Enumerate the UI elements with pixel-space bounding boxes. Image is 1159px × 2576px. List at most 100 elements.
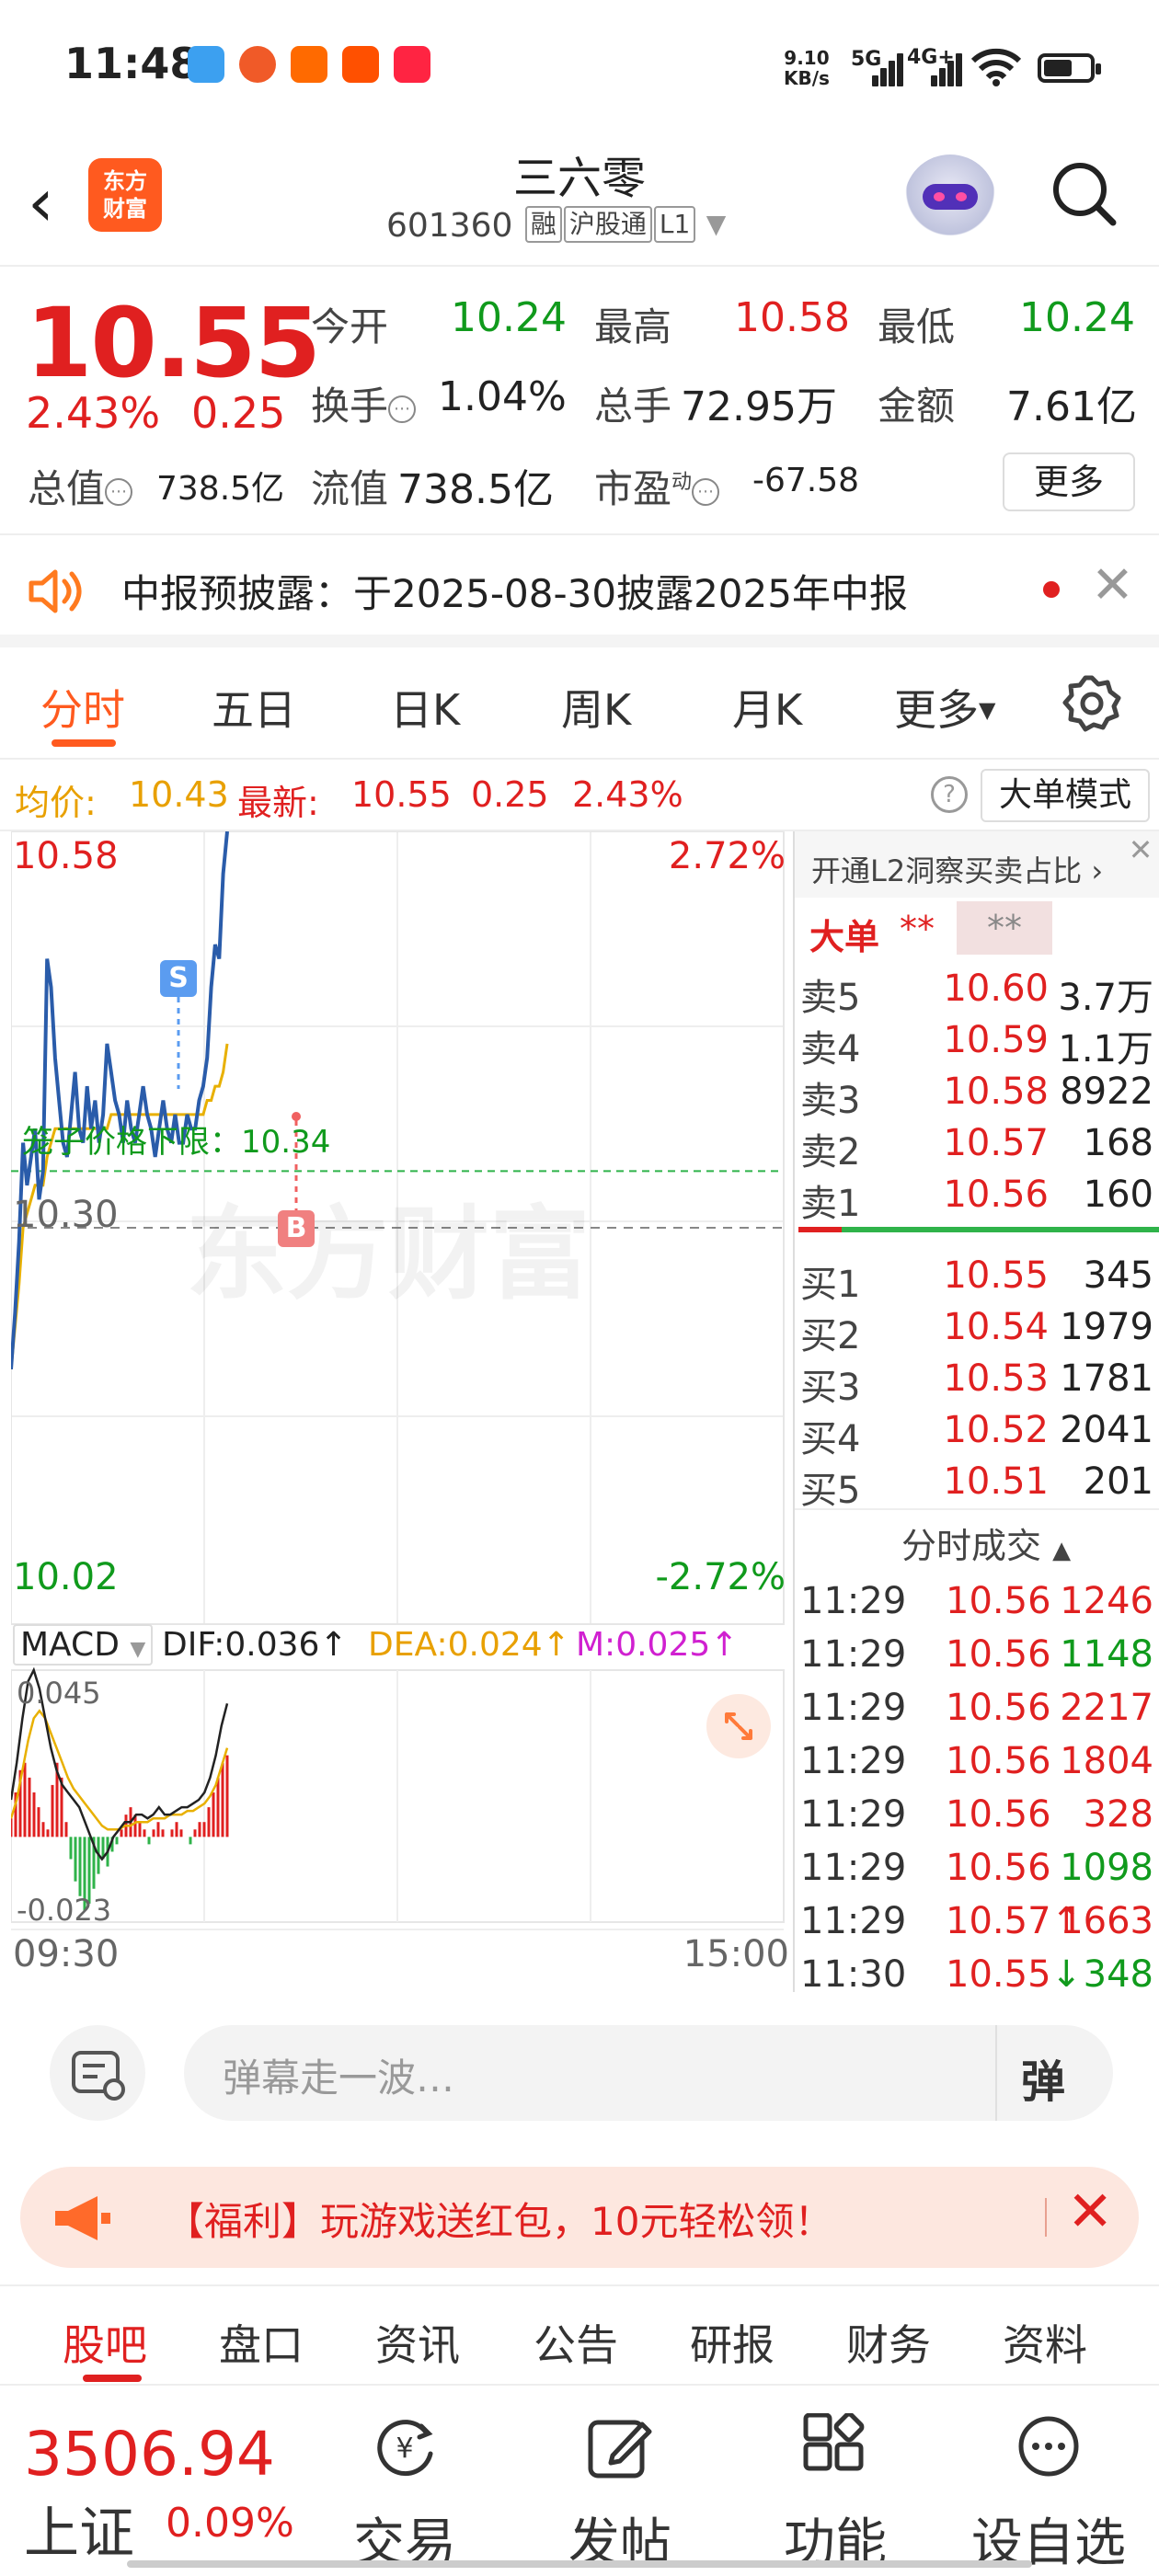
index-pct: 0.09%: [166, 2500, 294, 2547]
bid-label: 买3: [800, 1367, 861, 1409]
ask-row: 卖4 10.59 1.1万: [795, 1019, 1159, 1070]
ask-label: 卖4: [800, 1028, 861, 1070]
high-value: 10.58: [734, 294, 850, 341]
help-icon[interactable]: ?: [931, 776, 968, 813]
tab-five-day[interactable]: 五日: [212, 677, 296, 738]
bid-volume: 1781: [1060, 1357, 1153, 1400]
tab-finance[interactable]: 财务: [846, 2312, 931, 2373]
change-percent: 2.43%: [26, 388, 161, 438]
turnover-value: 1.04%: [438, 373, 567, 420]
bid-price: 10.53: [943, 1357, 1049, 1400]
sell-marker[interactable]: S: [160, 960, 197, 997]
expand-icon[interactable]: [706, 1694, 771, 1758]
promo-text: 【福利】玩游戏送红包，10元轻松领！: [166, 2199, 833, 2244]
avg-label: 均价:: [15, 783, 97, 823]
bid-volume: 2041: [1060, 1409, 1153, 1451]
notice-bar[interactable]: 中报预披露：于2025-08-30披露2025年中报 ✕: [0, 537, 1159, 647]
time-start-label: 09:30: [13, 1933, 120, 1975]
tick-row: 11:29 10.56 1098: [795, 1847, 1159, 1900]
volume-label: 总手: [594, 384, 672, 429]
ticks-title[interactable]: 分时成交 ▲: [901, 1517, 1071, 1568]
close-icon[interactable]: ✕: [1122, 831, 1159, 868]
danmu-list-icon[interactable]: [50, 2025, 145, 2121]
nav-trade[interactable]: ¥ 交易: [313, 2406, 497, 2573]
tick-row: 11:29 10.56 1804: [795, 1740, 1159, 1793]
nav-watchlist[interactable]: 设自选: [957, 2406, 1141, 2573]
tag-level: L1: [653, 206, 696, 243]
danmu-placeholder: 弹幕走一波…: [223, 2055, 455, 2101]
assistant-robot-icon[interactable]: [904, 155, 996, 246]
indicator-select[interactable]: MACD ▼: [13, 1624, 154, 1666]
price-top-label: 10.58: [13, 835, 119, 877]
turnover-label: 换手 ⋯: [311, 375, 417, 431]
ask-price: 10.57: [943, 1122, 1049, 1164]
close-icon[interactable]: ✕: [1091, 555, 1134, 615]
total-cap-value: 738.5亿: [156, 470, 285, 508]
ask-label: 卖1: [800, 1183, 861, 1225]
l2-banner[interactable]: 开通L2洞察买卖占比 › ✕: [795, 831, 1159, 898]
tab-research[interactable]: 研报: [690, 2312, 775, 2373]
tick-row: 11:29 10.56 2217: [795, 1687, 1159, 1740]
tab-more[interactable]: 更多▼: [894, 677, 995, 738]
danmu-toggle-icon[interactable]: 弹: [1021, 2045, 1065, 2110]
tick-time: 11:29: [800, 1740, 907, 1782]
volume-value: 72.95万: [681, 384, 837, 430]
bid-label: 买5: [800, 1470, 861, 1512]
amount-label: 金额: [878, 384, 956, 429]
nav-post[interactable]: 发帖: [528, 2406, 712, 2573]
tick-volume: 1148: [1060, 1633, 1153, 1676]
tab-news[interactable]: 资讯: [375, 2312, 460, 2373]
tick-volume: 348: [1083, 1953, 1153, 1996]
status-bar: 11:48 9.10 KB/s 5G 4G+: [0, 0, 1159, 138]
danmu-input[interactable]: 弹幕走一波… 弹: [184, 2025, 1113, 2121]
tab-profile[interactable]: 资料: [1003, 2312, 1087, 2373]
signal-bars-icon: [852, 52, 903, 86]
active-tab-indicator: [52, 739, 116, 747]
caret-up-icon: ▲: [1052, 1537, 1072, 1564]
ask-label: 卖3: [800, 1080, 861, 1122]
bid-row: 买2 10.54 1979: [795, 1306, 1159, 1357]
tick-price: 10.56: [946, 1580, 1051, 1622]
tab-intraday[interactable]: 分时: [40, 677, 125, 738]
bid-row: 买4 10.52 2041: [795, 1409, 1159, 1460]
svg-text:¥: ¥: [396, 2433, 413, 2465]
close-icon[interactable]: ✕: [1067, 2180, 1113, 2244]
tab-daily-k[interactable]: 日K: [390, 677, 460, 738]
tab-weekly-k[interactable]: 周K: [561, 677, 631, 738]
signal-bars-icon: [911, 52, 962, 86]
ask-label: 卖5: [800, 977, 861, 1019]
bid-price: 10.51: [943, 1460, 1049, 1503]
tab-announcements[interactable]: 公告: [534, 2312, 618, 2373]
ask-row: 卖2 10.57 168: [795, 1122, 1159, 1174]
tick-price: 10.55↓: [946, 1953, 1083, 1996]
trade-icon: ¥: [377, 2420, 433, 2477]
tab-monthly-k[interactable]: 月K: [732, 677, 802, 738]
gear-icon[interactable]: [1061, 673, 1122, 734]
amount-value: 7.61亿: [1006, 384, 1137, 430]
bid-row: 买3 10.53 1781: [795, 1357, 1159, 1409]
tick-time: 11:29: [800, 1687, 907, 1729]
promo-banner[interactable]: 【福利】玩游戏送红包，10元轻松领！ ✕: [20, 2167, 1139, 2268]
more-quote-button[interactable]: 更多: [1003, 452, 1135, 511]
tick-volume: 2217: [1060, 1687, 1153, 1729]
megaphone-icon: [55, 2196, 110, 2240]
ask-volume: 3.7万: [1058, 977, 1153, 1019]
tick-time: 11:29: [800, 1633, 907, 1676]
intraday-chart[interactable]: 10.58 2.72% 10.30 10.02 -2.72% 笼子价格下限：10…: [9, 830, 791, 1988]
tab-handicap[interactable]: 盘口: [219, 2312, 304, 2373]
stock-header: ‹ 东方 财富 三六零 601360 融沪股通 L1 ▼: [0, 138, 1159, 267]
nav-features[interactable]: 功能: [743, 2406, 927, 2573]
buy-marker[interactable]: B: [278, 1210, 315, 1247]
stock-code: 601360: [386, 207, 513, 245]
bid-price: 10.55: [943, 1254, 1049, 1297]
current-price: 10.55: [26, 287, 321, 399]
net-speed-unit: KB/s: [784, 67, 830, 89]
bid-price: 10.54: [943, 1306, 1049, 1348]
stock-code-line[interactable]: 601360 融沪股通 L1 ▼: [386, 206, 726, 245]
bid-row: 买1 10.55 345: [795, 1254, 1159, 1306]
tab-forum[interactable]: 股吧: [63, 2312, 147, 2373]
big-order-mode-button[interactable]: 大单模式: [981, 769, 1150, 822]
tick-volume: 1246: [1060, 1580, 1153, 1622]
big-order-label: 大单: [809, 917, 880, 957]
search-icon[interactable]: [1049, 158, 1119, 228]
